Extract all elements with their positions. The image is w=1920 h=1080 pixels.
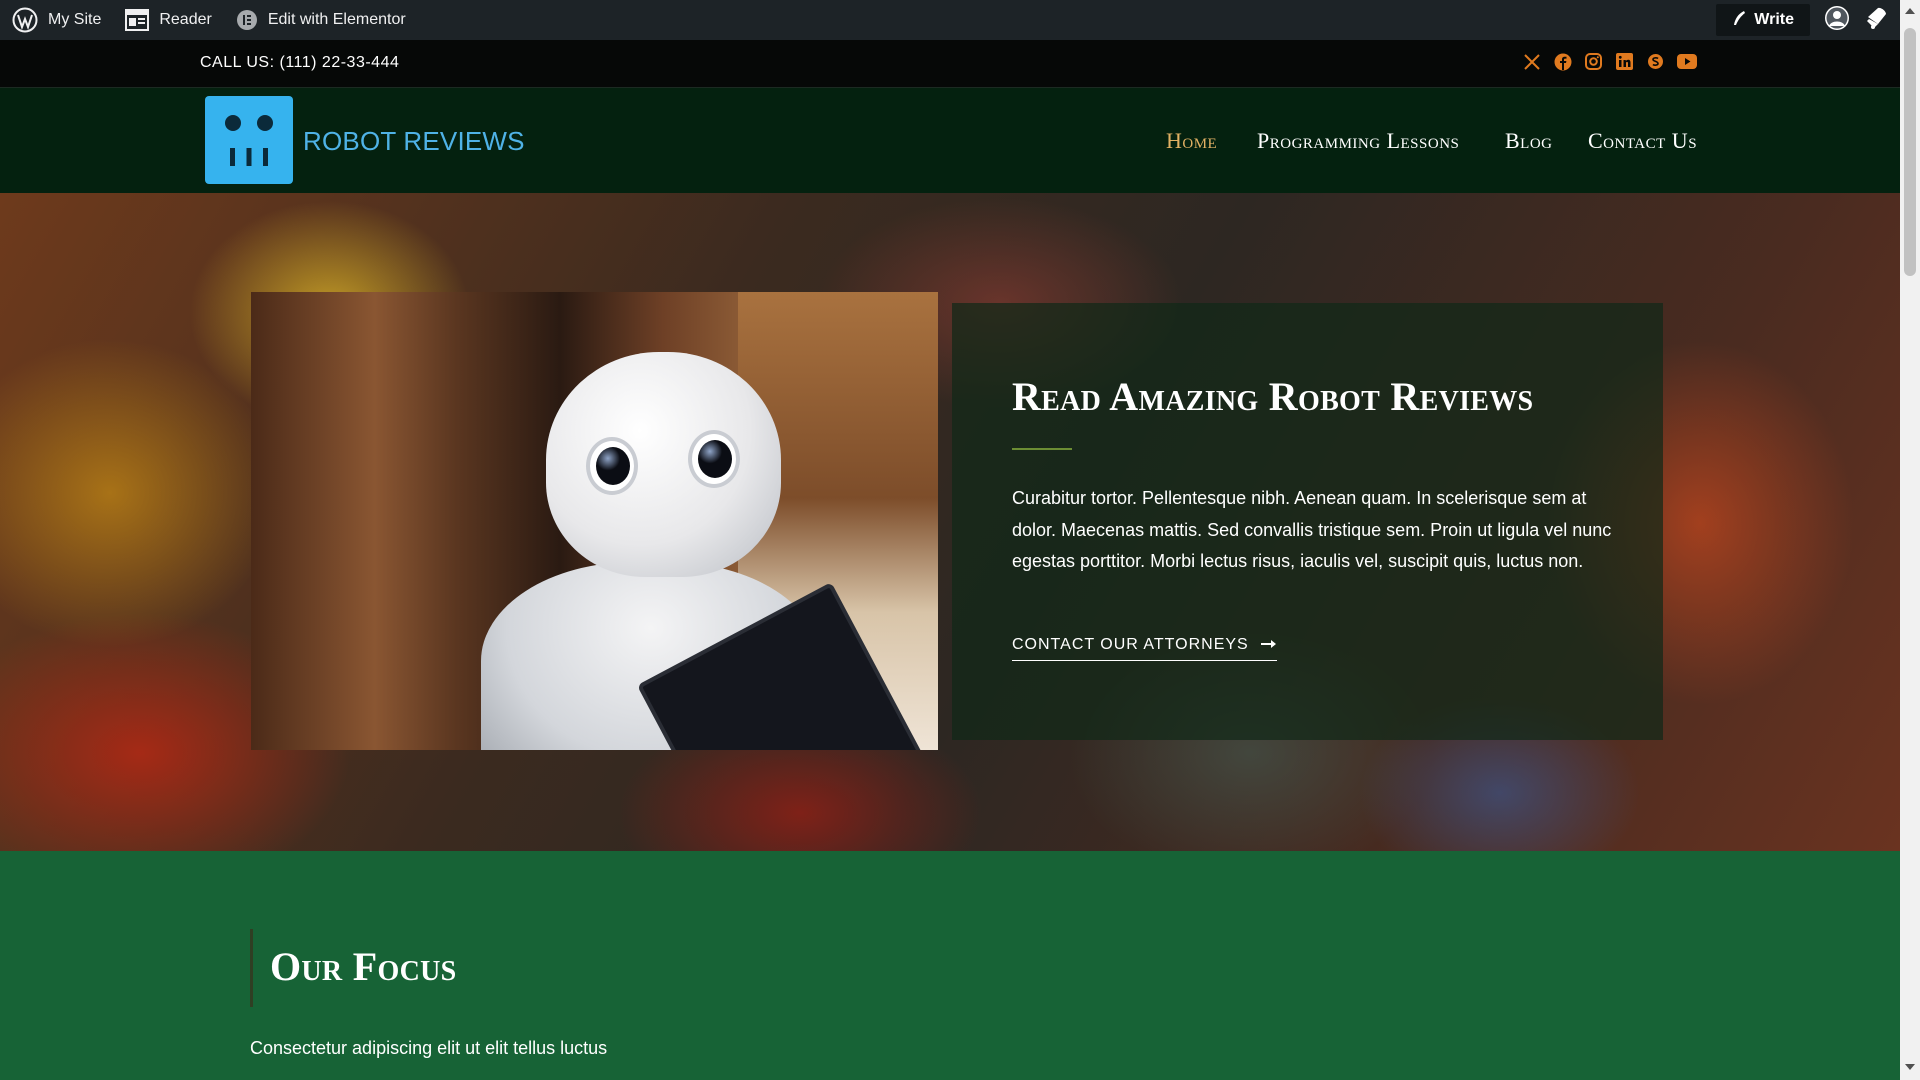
- nav-home[interactable]: Home: [1166, 128, 1217, 154]
- top-bar: CALL US: (111) 22-33-444: [0, 40, 1900, 88]
- my-site-label: My Site: [48, 11, 102, 28]
- focus-subtext: Consectetur adipiscing elit ut elit tell…: [250, 1038, 608, 1058]
- edit-with-elementor-button[interactable]: Edit with Elementor: [224, 0, 418, 40]
- nav-contact-us[interactable]: Contact Us: [1588, 128, 1697, 154]
- x-icon[interactable]: [1521, 51, 1542, 72]
- youtube-icon[interactable]: [1676, 51, 1697, 72]
- hero-body-text: Curabitur tortor. Pellentesque nibh. Aen…: [1012, 488, 1612, 571]
- heading-divider: [1012, 448, 1072, 450]
- pen-icon: [1732, 10, 1746, 31]
- reader-button[interactable]: Reader: [113, 0, 223, 40]
- nav-blog[interactable]: Blog: [1505, 128, 1553, 154]
- page: My Site Reader Edit with Elementor Write: [0, 0, 1920, 1080]
- elementor-icon: [236, 9, 258, 31]
- linkedin-icon[interactable]: [1614, 51, 1635, 72]
- scroll-up-arrow-icon[interactable]: [1905, 8, 1915, 14]
- instagram-icon[interactable]: [1583, 51, 1604, 72]
- scroll-thumb[interactable]: [1904, 28, 1916, 276]
- nav-programming-lessons[interactable]: Programming Lessons: [1257, 128, 1459, 154]
- reader-icon: [125, 9, 150, 31]
- notifications-bell-icon[interactable]: [1864, 5, 1890, 36]
- robot-photo: [251, 292, 938, 750]
- focus-accent-bar: [250, 929, 253, 1007]
- hero-card: Read Amazing Robot Reviews Curabitur tor…: [952, 303, 1663, 740]
- write-button[interactable]: Write: [1716, 4, 1810, 36]
- social-icons: [1521, 51, 1697, 72]
- my-site-button[interactable]: My Site: [0, 0, 113, 40]
- call-us-text: CALL US: (111) 22-33-444: [200, 54, 400, 71]
- facebook-icon[interactable]: [1552, 51, 1573, 72]
- contact-attorneys-link[interactable]: CONTACT OUR ATTORNEYS: [1012, 636, 1277, 661]
- reader-label: Reader: [159, 11, 212, 28]
- page-scrollbar[interactable]: [1900, 0, 1920, 1080]
- site-header: ROBOT REVIEWS Home Programming Lessons B…: [0, 88, 1900, 193]
- elementor-label: Edit with Elementor: [267, 11, 406, 28]
- admin-bar: My Site Reader Edit with Elementor Write: [0, 0, 1900, 40]
- site-logo-text[interactable]: ROBOT REVIEWS: [303, 126, 525, 157]
- arrow-right-icon: [1260, 636, 1277, 654]
- skype-icon[interactable]: [1645, 51, 1666, 72]
- admin-bar-right: Write: [1716, 0, 1890, 40]
- scroll-down-arrow-icon[interactable]: [1905, 1064, 1915, 1070]
- robot-logo-icon[interactable]: [205, 96, 293, 184]
- hero-section: Read Amazing Robot Reviews Curabitur tor…: [0, 193, 1900, 851]
- hero-heading: Read Amazing Robot Reviews: [1012, 374, 1534, 419]
- write-label: Write: [1754, 11, 1794, 28]
- cta-label: CONTACT OUR ATTORNEYS: [1012, 636, 1249, 653]
- wordpress-icon: [12, 7, 38, 33]
- avatar-icon[interactable]: [1824, 5, 1850, 36]
- our-focus-section: Our Focus Consectetur adipiscing elit ut…: [0, 851, 1900, 1080]
- focus-heading: Our Focus: [270, 944, 457, 989]
